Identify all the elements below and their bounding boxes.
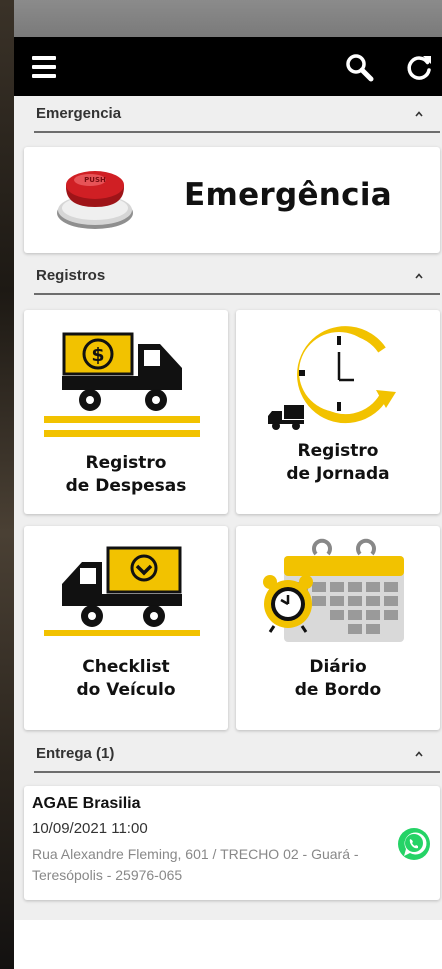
chevron-up-icon[interactable] [413,749,425,759]
hamburger-menu-icon[interactable] [32,56,56,78]
tile-label-line1: Registro [85,453,167,473]
background-photo-strip [0,0,14,969]
section-divider [34,293,440,295]
tile-label-line1: Registro [297,441,379,461]
section-header-registros[interactable]: Registros [14,258,442,296]
section-header-emergencia[interactable]: Emergencia [14,96,442,134]
tile-label-line2: de Despesas [65,476,187,496]
emergency-label: Emergência [184,177,392,213]
tile-label-line2: de Jornada [286,464,390,484]
chevron-up-icon[interactable] [413,109,425,119]
tile-label-line2: do Veículo [76,680,176,700]
section-title: Emergencia [36,105,122,122]
refresh-icon[interactable] [404,53,434,83]
emergency-push-button-icon: PUSH [57,171,133,229]
section-title: Registros [36,267,106,284]
push-button-text: PUSH [84,176,106,184]
section-header-entrega[interactable]: Entrega (1) [14,736,442,774]
checklist-truck-icon [44,546,200,636]
tile-registro-despesas[interactable]: $ Registro de Despesas [24,310,228,514]
app-bar [14,37,442,96]
tile-label-line2: de Bordo [294,680,382,700]
section-title: Entrega (1) [36,745,115,762]
status-bar [14,0,442,37]
delivery-address: Rua Alexandre Fleming, 601 / TRECHO 02 -… [32,846,359,883]
app-screen: Emergencia PUSH Emergência Registros $ R… [14,0,442,969]
tile-diario-bordo[interactable]: Diário de Bordo [236,526,440,730]
chevron-up-icon[interactable] [413,271,425,281]
emergency-button-card[interactable]: PUSH Emergência [24,147,440,253]
section-divider [34,131,440,133]
clock-truck-icon [268,326,396,430]
main-content: Emergencia PUSH Emergência Registros $ R… [14,96,442,920]
delivery-item[interactable]: AGAE Brasilia 10/09/2021 11:00 Rua Alexa… [24,786,440,900]
delivery-client-name: AGAE Brasilia [32,795,141,812]
tile-registro-jornada[interactable]: Registro de Jornada [236,310,440,514]
calendar-alarm-icon [263,538,404,642]
section-divider [34,771,440,773]
expense-truck-icon: $ [44,332,200,437]
svg-text:$: $ [91,344,104,366]
delivery-datetime: 10/09/2021 11:00 [32,820,148,837]
search-icon[interactable] [344,52,376,84]
tile-label-line1: Diário [309,657,367,677]
tile-checklist-veiculo[interactable]: Checklist do Veículo [24,526,228,730]
tile-label-line1: Checklist [82,657,170,677]
whatsapp-icon[interactable] [396,826,432,862]
